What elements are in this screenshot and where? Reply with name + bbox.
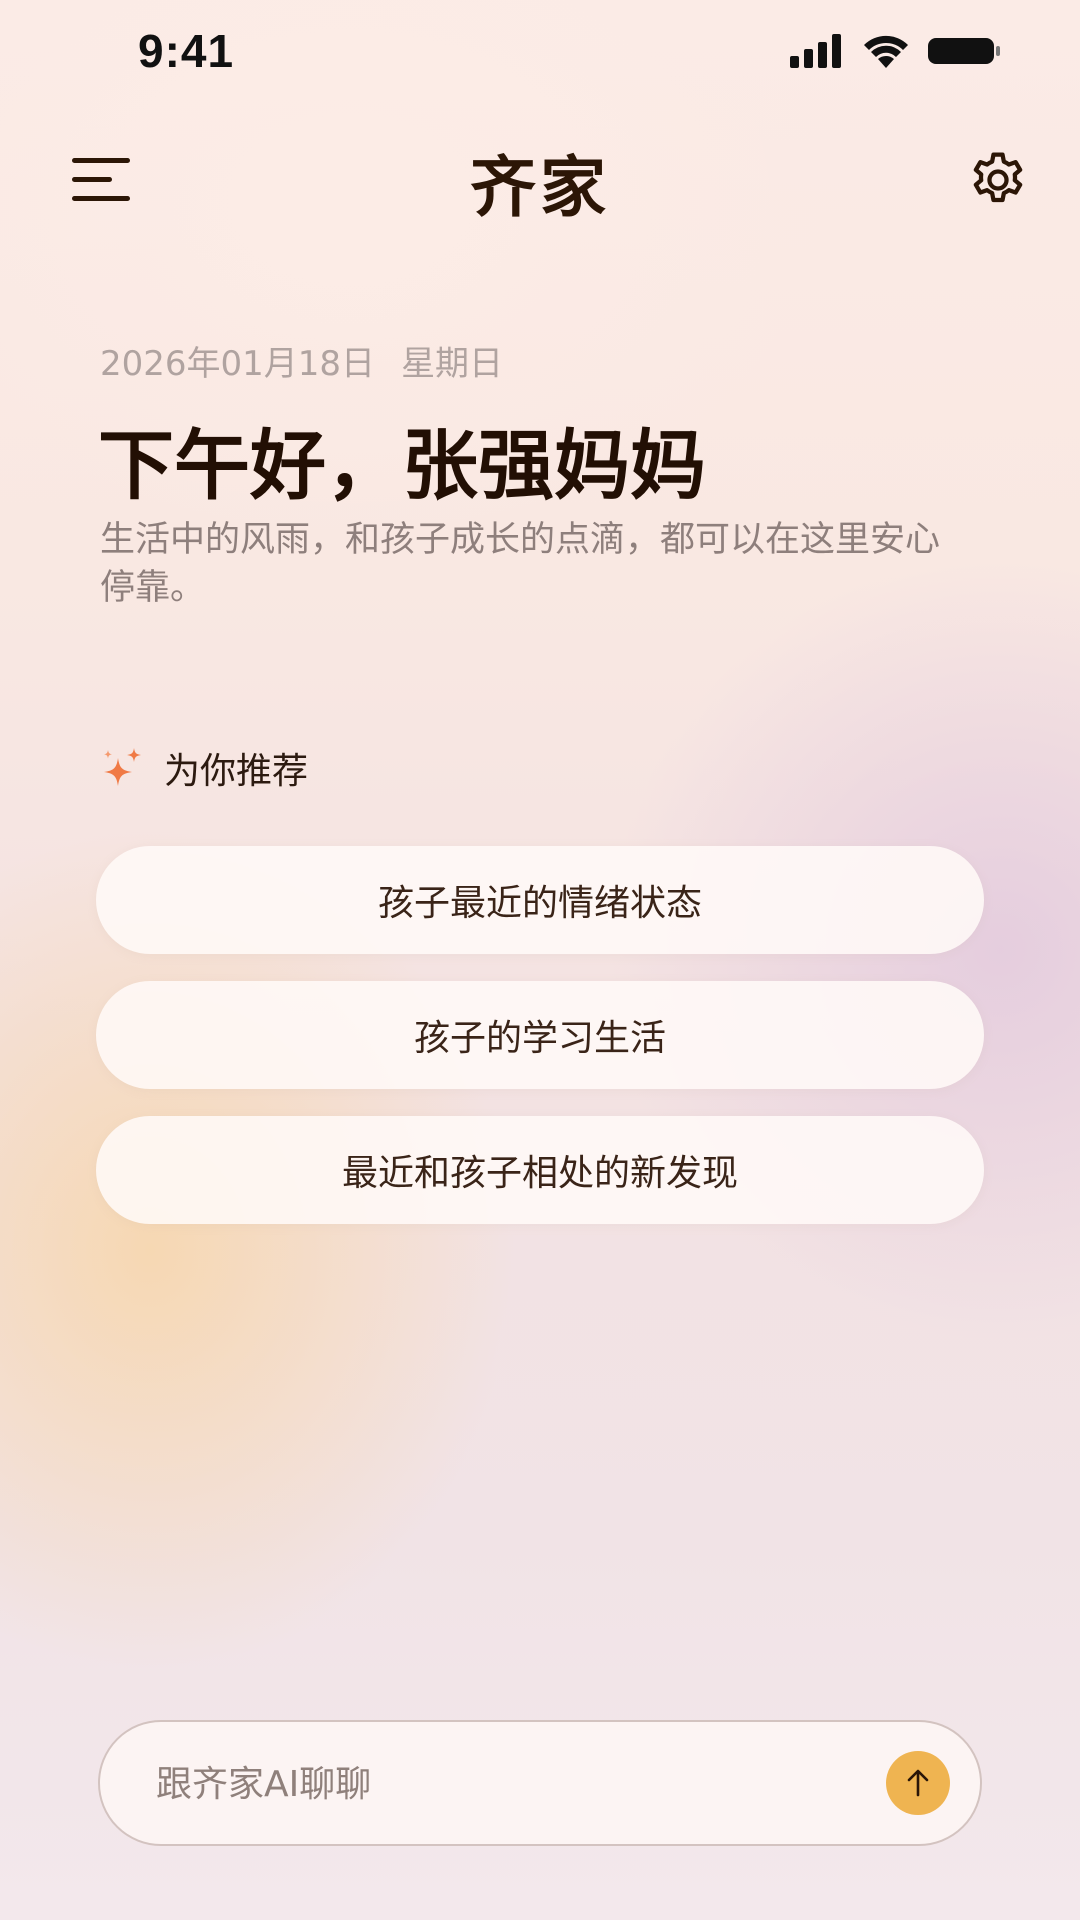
recommendations-list: 孩子最近的情绪状态 孩子的学习生活 最近和孩子相处的新发现 <box>96 846 984 1251</box>
recommendation-item[interactable]: 最近和孩子相处的新发现 <box>96 1116 984 1224</box>
send-button[interactable] <box>886 1751 950 1815</box>
cellular-signal-icon <box>790 34 841 68</box>
recommendation-item[interactable]: 孩子最近的情绪状态 <box>96 846 984 954</box>
date-text: 2026年01月18日 <box>100 344 376 384</box>
sparkle-icon <box>104 748 141 786</box>
chat-input[interactable] <box>154 1722 838 1846</box>
greeting-subtitle: 生活中的风雨，和孩子成长的点滴，都可以在这里安心停靠。 <box>100 520 941 608</box>
arrow-up-icon <box>907 1769 929 1797</box>
gear-icon <box>973 152 1023 203</box>
app-title: 齐家 <box>470 149 610 226</box>
date-line: 2026年01月18日 星期日 <box>100 336 503 385</box>
recommendation-item[interactable]: 孩子的学习生活 <box>96 981 984 1089</box>
status-bar: 9:41 <box>0 0 1080 110</box>
wifi-icon <box>864 35 908 68</box>
settings-button[interactable] <box>966 148 1030 212</box>
weekday-text: 星期日 <box>401 344 504 384</box>
chat-input-bar <box>98 1720 982 1846</box>
greeting-title: 下午好，张强妈妈 <box>98 421 706 510</box>
status-time: 9:41 <box>138 25 235 77</box>
recommendations-title: 为你推荐 <box>164 751 309 792</box>
recommendations-header: 为你推荐 <box>100 740 308 796</box>
battery-icon <box>928 38 1000 64</box>
app-header: 齐家 <box>0 120 1080 240</box>
status-icons <box>790 34 1002 68</box>
